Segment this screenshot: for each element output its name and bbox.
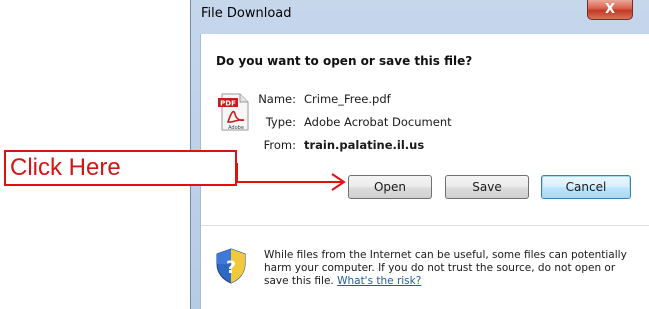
cancel-button[interactable]: Cancel [541, 175, 631, 199]
from-label: From: [263, 138, 296, 152]
divider [201, 225, 649, 226]
security-shield-icon: ? [216, 248, 246, 284]
close-button[interactable]: X [587, 0, 633, 20]
file-name-value: Crime_Free.pdf [304, 92, 391, 106]
callout-label: Click Here [10, 154, 121, 181]
arrow-icon [236, 163, 346, 191]
window-title: File Download [201, 6, 292, 21]
name-label: Name: [258, 92, 296, 106]
security-warning: While files from the Internet can be use… [264, 249, 639, 288]
dialog-question: Do you want to open or save this file? [216, 54, 473, 68]
open-button[interactable]: Open [348, 175, 432, 199]
file-type-value: Adobe Acrobat Document [304, 115, 452, 129]
title-bar[interactable]: File Download X [191, 0, 649, 34]
file-name-row: Name: Crime_Free.pdf [201, 92, 649, 108]
click-here-callout: Click Here [4, 150, 237, 186]
file-type-row: Type: Adobe Acrobat Document [201, 115, 649, 131]
warning-text: While files from the Internet can be use… [264, 249, 627, 287]
save-button[interactable]: Save [445, 175, 529, 199]
file-source-value: train.palatine.il.us [304, 138, 425, 152]
type-label: Type: [265, 115, 296, 129]
svg-text:?: ? [226, 258, 236, 278]
file-from-row: From: train.palatine.il.us [201, 138, 649, 154]
close-icon: X [604, 2, 616, 17]
whats-the-risk-link[interactable]: What's the risk? [337, 275, 421, 287]
